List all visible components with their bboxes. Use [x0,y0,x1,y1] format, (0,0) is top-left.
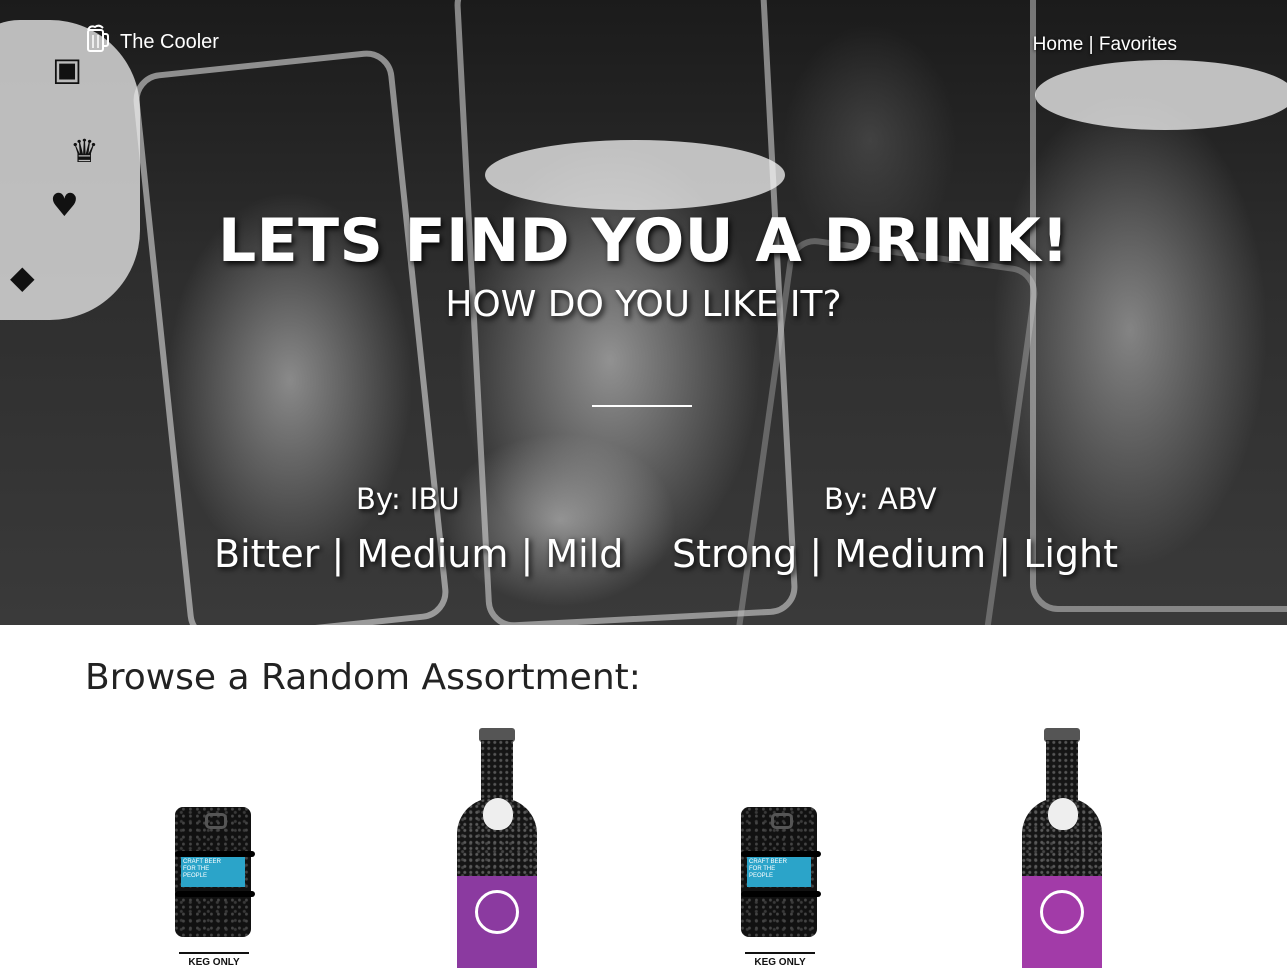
hero-divider [592,405,692,407]
product-card-keg[interactable]: CRAFT BEER FOR THE PEOPLE KEG ONLY [741,807,821,968]
tattoo-icon: ♛ [70,132,99,170]
abv-filter-label: By: ABV [824,482,937,516]
keg-label-line: PEOPLE [183,873,208,879]
abv-filter-options: Strong | Medium | Light [672,532,1118,576]
hero-background-foam [485,140,785,210]
bottle-neck [1046,740,1078,802]
product-card-keg[interactable]: CRAFT BEER FOR THE PEOPLE KEG ONLY [175,807,255,968]
tattoo-icon: ▣ [52,50,83,88]
hero-title: LETS FIND YOU A DRINK! [217,206,1070,276]
ibu-option-medium[interactable]: Medium [356,532,508,576]
ibu-option-bitter[interactable]: Bitter [214,532,319,576]
keg-label-line: PEOPLE [749,873,774,879]
keg-label-line: CRAFT BEER [183,859,221,865]
abv-option-strong[interactable]: Strong [672,532,797,576]
option-separator: | [331,532,357,576]
bottle-neck [481,740,513,802]
hero-banner: ▣ ♛ ♥ ◆ The Cooler Home | Favorites LETS… [0,0,1287,625]
keg-caption-rule [745,952,815,954]
option-separator: | [809,532,835,576]
keg-label-line: FOR THE [183,866,210,872]
abv-option-medium[interactable]: Medium [834,532,986,576]
keg-caption: KEG ONLY [188,957,240,968]
ibu-filter-options: Bitter | Medium | Mild [214,532,623,576]
brand-logo[interactable]: The Cooler [86,24,219,60]
keg-band [741,891,821,897]
browse-section-title: Browse a Random Assortment: [85,657,641,698]
keg-band [175,891,255,897]
ibu-option-mild[interactable]: Mild [545,532,623,576]
bottle-logo-icon [475,890,519,934]
bottle-logo-icon [1040,890,1084,934]
ibu-filter-label: By: IBU [356,482,460,516]
nav-favorites-link[interactable]: Favorites [1099,34,1177,55]
option-separator: | [998,532,1024,576]
bottle-beard-icon [1048,798,1078,830]
abv-option-light[interactable]: Light [1023,532,1118,576]
top-nav: Home | Favorites [1033,34,1177,56]
keg-handle [205,813,227,829]
hero-subtitle: HOW DO YOU LIKE IT? [445,284,842,325]
beer-mug-icon [86,24,110,60]
keg-handle [771,813,793,829]
option-separator: | [520,532,546,576]
hero-background-foam [1035,60,1287,130]
nav-home-link[interactable]: Home [1033,34,1084,55]
brand-name: The Cooler [120,30,219,53]
bottle-beard-icon [483,798,513,830]
nav-separator: | [1088,34,1099,55]
keg-caption: KEG ONLY [754,957,806,968]
keg-caption-rule [179,952,249,954]
keg-label-line: FOR THE [749,866,776,872]
product-card-bottle[interactable] [1022,728,1102,968]
keg-label: CRAFT BEER FOR THE PEOPLE [181,857,245,887]
keg-label: CRAFT BEER FOR THE PEOPLE [747,857,811,887]
product-card-bottle[interactable] [457,728,537,968]
keg-label-line: CRAFT BEER [749,859,787,865]
